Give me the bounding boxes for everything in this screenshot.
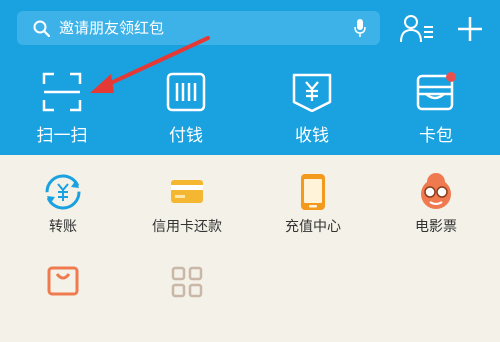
quick-action-card-wallet[interactable]: 卡包 [386,0,486,155]
phone-recharge-icon [301,174,325,210]
transfer-icon [45,174,81,210]
receive-money-icon [292,73,332,112]
apps-grid-icon [171,266,203,298]
quick-action-pay[interactable]: 付钱 [136,0,236,155]
pay-barcode-icon [166,72,206,112]
quick-action-label: 扫一扫 [36,126,88,146]
quick-action-label: 卡包 [419,126,453,146]
quick-action-label: 付钱 [169,126,203,146]
service-label: 转账 [49,219,77,235]
quick-action-receive[interactable]: 收钱 [262,0,362,155]
service-label: 信用卡还款 [152,219,222,235]
service-shopping[interactable] [8,262,118,342]
service-transfer[interactable]: 转账 [8,172,118,252]
card-wallet-icon [416,72,456,111]
shopping-bag-icon [47,266,79,296]
quick-action-scan[interactable]: 扫一扫 [12,0,112,155]
movie-ticket-icon [421,173,451,209]
credit-card-icon [171,180,203,203]
service-label: 充值中心 [285,219,341,235]
service-credit-card[interactable]: 信用卡还款 [132,172,242,252]
service-more-apps[interactable] [132,262,242,342]
service-phone-recharge[interactable]: 充值中心 [258,172,368,252]
service-movie-ticket[interactable]: 电影票 [381,172,491,252]
quick-action-label: 收钱 [295,126,329,146]
notification-badge [446,72,456,82]
service-label: 电影票 [415,219,457,235]
header-area: 邀请朋友领红包 扫一扫 付钱 收钱 卡包 [0,0,500,155]
scan-icon [42,72,82,112]
